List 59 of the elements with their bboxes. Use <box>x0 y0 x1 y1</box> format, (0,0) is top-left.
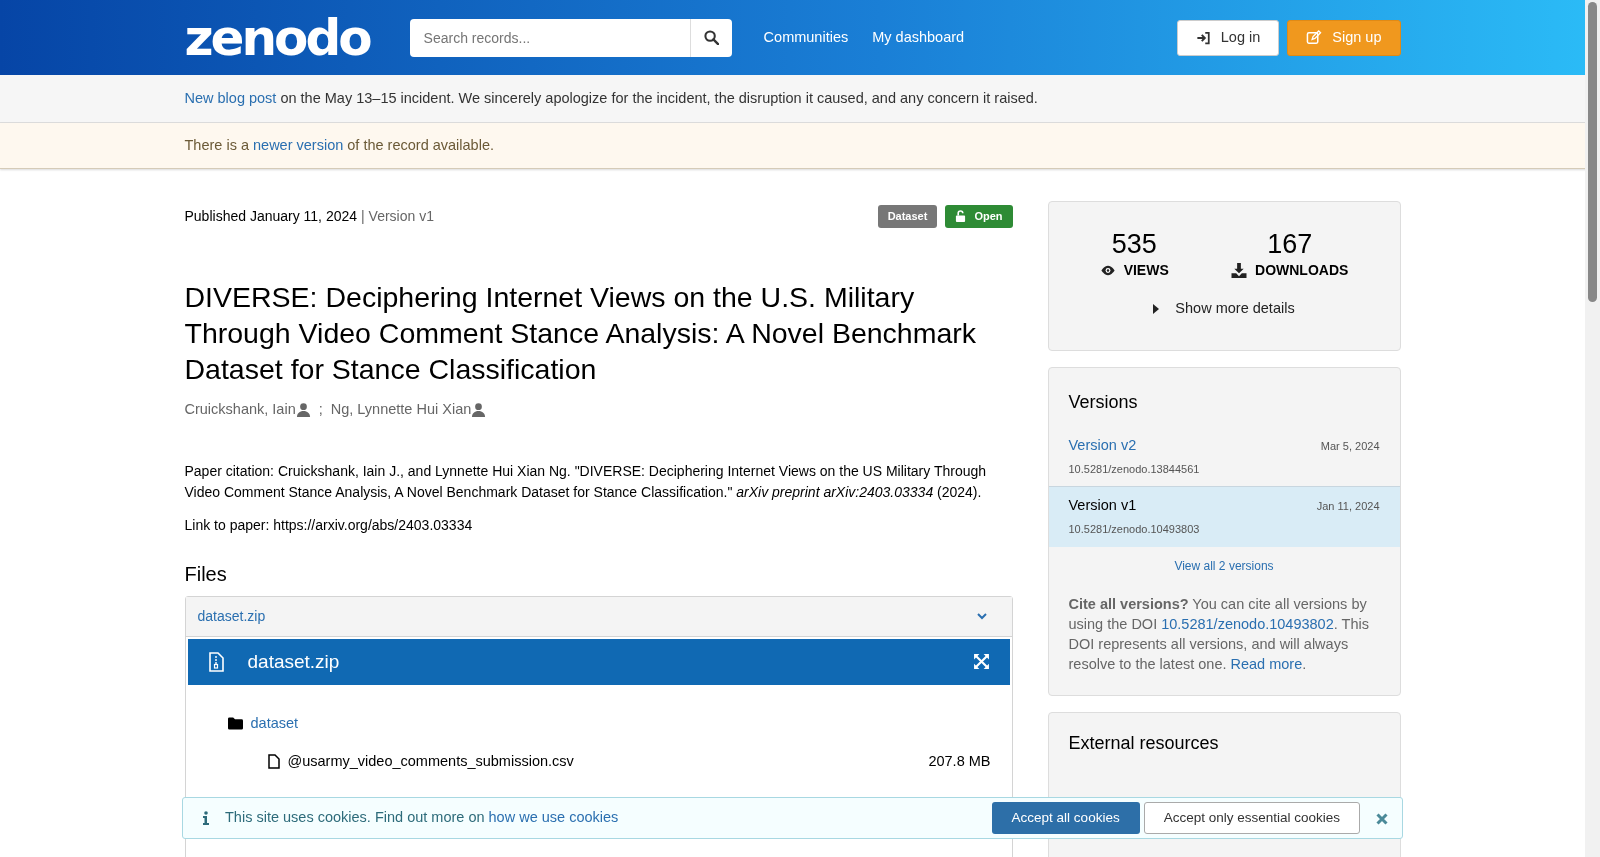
preview-title: dataset.zip <box>247 649 340 674</box>
scrollbar-thumb[interactable] <box>1588 2 1597 302</box>
access-badge: Open <box>945 205 1013 228</box>
file-size: 207.8 MB <box>928 751 991 771</box>
description-text: Link to paper: https://arxiv.org/abs/2403.03334 <box>184 515 474 535</box>
panel-title: Versions <box>1068 392 1139 415</box>
record-title: DIVERSE: Deciphering Internet Views on the U.S. Military Through Video Comment Stance Analysis: A Novel Benchmark Dataset for Stance Classification <box>184 279 978 387</box>
nav-link[interactable]: Communities <box>755 26 849 49</box>
close-icon <box>1376 812 1388 825</box>
file-icon <box>267 753 280 769</box>
text-link[interactable]: New blog post <box>184 89 277 106</box>
version-item[interactable]: Version v1 Jan 11, 2024 10.5281/zenodo.10493803 <box>1048 486 1400 547</box>
accordion-header[interactable]: dataset.zip <box>185 596 1012 637</box>
folder-link[interactable]: dataset <box>250 712 299 735</box>
login-button[interactable]: Log in <box>1176 19 1280 56</box>
view-label: VIEWS <box>1123 260 1169 280</box>
section-heading: Files <box>184 561 228 586</box>
logo[interactable]: zenodo <box>184 12 370 63</box>
published-date: Published January 11, 2024 <box>184 206 358 226</box>
creator-name[interactable]: Ng, Lynnette Hui Xian <box>330 399 487 421</box>
unlock-icon <box>955 210 967 223</box>
type-badge: Dataset <box>877 205 938 228</box>
accept-essential-button[interactable]: Accept only essential cookies <box>1143 802 1360 834</box>
cookie-notice: This site uses cookies. Find out more on how we use cookies <box>225 808 619 828</box>
version-label: | Version v1 <box>361 206 434 226</box>
version-notice: There is a newer version of the record available. <box>184 136 494 153</box>
description-text: Paper citation: Cruickshank, Iain J., and Lynnette Hui Xian Ng. "DIVERSE: Deciphering Internet Views on the US Military Through Video Comment Stance Analysis, A Novel Benchmark Dataset for Stance Classification." arXiv preprint arXiv:2403.03334 (2024). <box>184 461 988 502</box>
accept-all-button[interactable]: Accept all cookies <box>991 802 1140 834</box>
version-item[interactable]: Version v2 Mar 5, 2024 10.5281/zenodo.13844561 <box>1048 427 1400 487</box>
download-icon <box>1231 262 1247 278</box>
cite-note: Cite all versions? You can cite all versions by using the DOI 10.5281/zenodo.10493802. This DOI represents all versions, and will always resolve to the latest one. Read more. <box>1068 594 1370 675</box>
view-all-link[interactable]: View all 2 versions <box>1174 558 1274 573</box>
creator-name[interactable]: Cruickshank, Iain <box>184 399 311 421</box>
info-icon <box>203 811 209 825</box>
read-more-link[interactable]: Read more <box>1230 656 1303 673</box>
download-count: 167 <box>1266 230 1314 260</box>
doi-link[interactable]: 10.5281/zenodo.10493802 <box>1161 615 1334 632</box>
caret-right-icon <box>1153 303 1160 314</box>
view-count: 535 <box>1110 230 1158 260</box>
nav-link[interactable]: My dashboard <box>872 26 965 49</box>
expand-icon <box>972 653 990 671</box>
blog-notice: New blog post on the May 13–15 incident. We sincerely apologize for the incident, the disruption it caused, and any concern it raised. <box>184 89 1038 106</box>
folder-icon <box>227 717 243 731</box>
separator: ; <box>318 400 323 420</box>
login-icon <box>1195 30 1211 45</box>
search-button[interactable] <box>689 18 732 57</box>
show-more-toggle[interactable]: Show more details <box>1152 296 1296 321</box>
user-icon <box>295 402 311 418</box>
search-icon <box>703 30 719 45</box>
panel-title: External resources <box>1068 732 1220 755</box>
text-link[interactable]: newer version <box>253 136 344 153</box>
file-name: @usarmy_video_comments_submission.csv <box>287 751 574 771</box>
search-field[interactable]: Search records... <box>409 18 690 57</box>
edit-icon <box>1306 30 1323 45</box>
download-label: DOWNLOADS <box>1255 260 1349 280</box>
user-icon <box>471 402 487 418</box>
zip-file-icon <box>207 651 224 672</box>
scrollbar[interactable] <box>1585 0 1600 857</box>
cookie-policy-link[interactable]: how we use cookies <box>488 809 619 826</box>
